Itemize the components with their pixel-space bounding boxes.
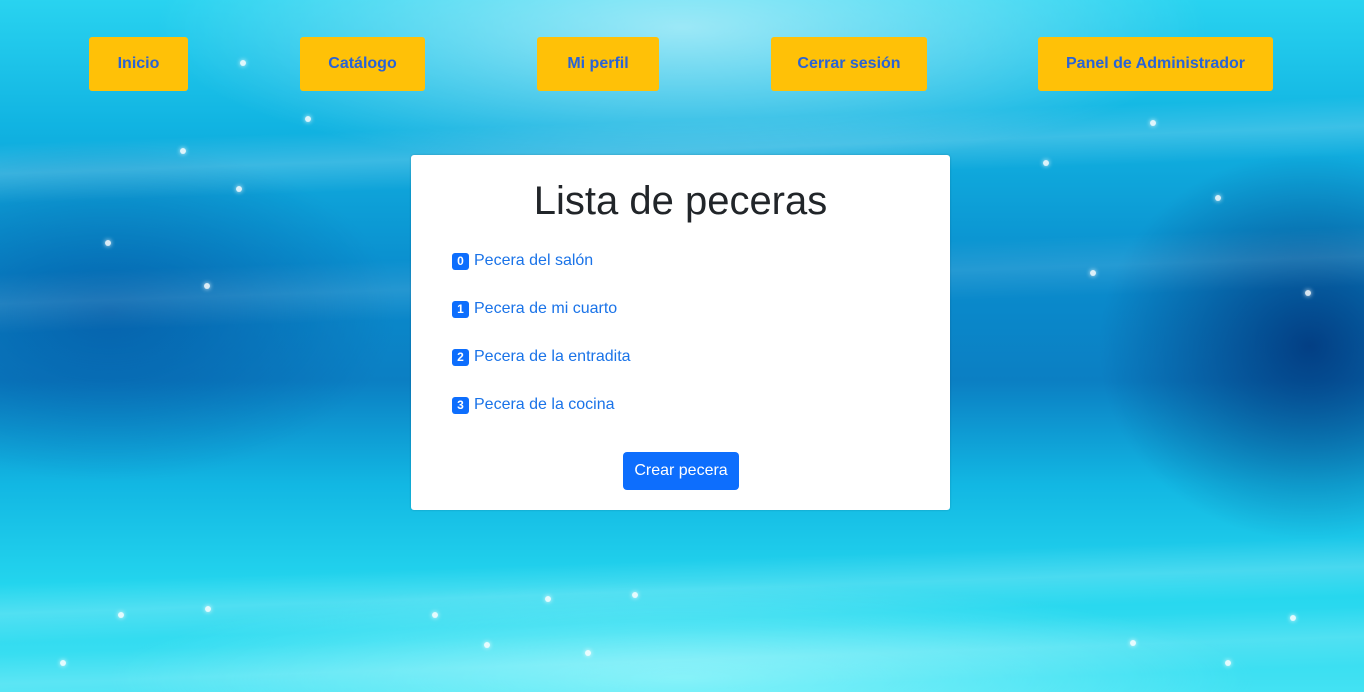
nav-mi-perfil-button[interactable]: Mi perfil <box>537 37 659 91</box>
tank-name: Pecera de la entradita <box>474 348 631 365</box>
page-background: { "nav": { "items": [ {"label": "Inicio"… <box>0 0 1364 692</box>
nav-panel-administrador-button[interactable]: Panel de Administrador <box>1038 37 1273 91</box>
bubble <box>1150 120 1156 126</box>
bubble <box>1130 640 1136 646</box>
nav-cerrar-sesion-button[interactable]: Cerrar sesión <box>771 37 927 91</box>
bubble <box>60 660 66 666</box>
bubble <box>545 596 551 602</box>
bubble <box>118 612 124 618</box>
tank-list-card: Lista de peceras 0 Pecera del salón 1 Pe… <box>411 155 950 510</box>
bubble <box>585 650 591 656</box>
bubble <box>305 116 311 122</box>
tank-name: Pecera del salón <box>474 252 594 269</box>
tank-name: Pecera de la cocina <box>474 396 615 413</box>
create-tank-button[interactable]: Crear pecera <box>623 452 739 490</box>
tank-link[interactable]: 0 Pecera del salón <box>452 250 593 272</box>
bubble <box>432 612 438 618</box>
nav-inicio-button[interactable]: Inicio <box>89 37 188 91</box>
tank-link[interactable]: 3 Pecera de la cocina <box>452 394 615 416</box>
tank-link[interactable]: 1 Pecera de mi cuarto <box>452 298 617 320</box>
bubble <box>180 148 186 154</box>
bubble <box>484 642 490 648</box>
bubble <box>1090 270 1096 276</box>
page-title: Lista de peceras <box>533 179 828 223</box>
bubble <box>240 60 246 66</box>
bubble <box>1043 160 1049 166</box>
bubble <box>204 283 210 289</box>
bubble <box>105 240 111 246</box>
bubble <box>1225 660 1231 666</box>
bubble <box>1215 195 1221 201</box>
bubble <box>1305 290 1311 296</box>
tank-index-badge: 2 <box>452 348 469 366</box>
nav-catalogo-button[interactable]: Catálogo <box>300 37 425 91</box>
tank-link[interactable]: 2 Pecera de la entradita <box>452 346 631 368</box>
tank-index-badge: 1 <box>452 300 469 318</box>
bubble <box>1290 615 1296 621</box>
tank-name: Pecera de mi cuarto <box>474 300 618 317</box>
bubble <box>236 186 242 192</box>
tank-index-badge: 0 <box>452 252 469 270</box>
bubble <box>205 606 211 612</box>
tank-index-badge: 3 <box>452 396 469 414</box>
bubble <box>632 592 638 598</box>
